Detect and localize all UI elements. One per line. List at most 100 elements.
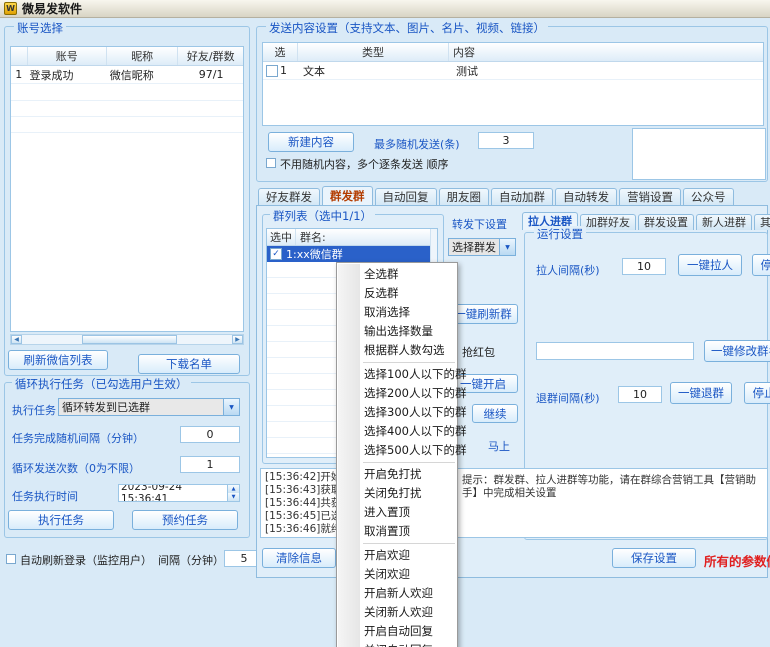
download-list-button[interactable]: 下载名单 <box>138 354 240 374</box>
order-checkbox[interactable] <box>266 158 276 168</box>
content-row-checkbox[interactable] <box>266 65 278 77</box>
pull-interval-input[interactable]: 10 <box>622 258 666 275</box>
accounts-hscrollbar[interactable]: ◀ ▶ <box>10 334 244 345</box>
menu-item-under-400[interactable]: 选择400人以下的群 <box>337 422 457 441</box>
menu-item-invert-select[interactable]: 反选群 <box>337 284 457 303</box>
pull-button[interactable]: 一键拉人 <box>678 254 742 276</box>
chevron-down-icon[interactable]: ▼ <box>499 239 515 255</box>
loop-count-label: 循环发送次数（0为不限） <box>12 460 140 476</box>
content-col-content: 内容 <box>449 43 763 61</box>
menu-item-newcomer-welcome-off[interactable]: 关闭新人欢迎 <box>337 603 457 622</box>
quit-group-button[interactable]: 一键退群 <box>670 382 732 404</box>
accounts-col-sel <box>11 47 28 65</box>
menu-item-mute-on[interactable]: 开启免打扰 <box>337 465 457 484</box>
task-time-label: 任务执行时间 <box>12 488 78 504</box>
refresh-wechat-button[interactable]: 刷新微信列表 <box>8 350 108 370</box>
save-settings-button[interactable]: 保存设置 <box>612 548 696 568</box>
menu-item-unpin[interactable]: 取消置顶 <box>337 522 457 541</box>
forward-target-dropdown[interactable]: 选择群发 ▼ <box>448 238 516 256</box>
menu-item-newcomer-welcome-on[interactable]: 开启新人欢迎 <box>337 584 457 603</box>
menu-item-select-by-size[interactable]: 根据群人数勾选 <box>337 341 457 360</box>
menu-item-mute-off[interactable]: 关闭免打扰 <box>337 484 457 503</box>
accounts-col-nick: 昵称 <box>107 47 178 65</box>
menu-item-pin[interactable]: 进入置顶 <box>337 503 457 522</box>
task-time-picker[interactable]: 2023-09-24 15:36:41 ▲▼ <box>118 484 240 502</box>
group-row-checkbox[interactable]: ✓ <box>270 248 282 260</box>
account-row-account: 登录成功 <box>26 66 106 83</box>
account-row[interactable]: 1 登录成功 微信昵称 97/1 <box>11 66 243 84</box>
run-task-button[interactable]: 执行任务 <box>8 510 114 530</box>
menu-item-deselect[interactable]: 取消选择 <box>337 303 457 322</box>
forward-settings-label: 转发下设置 <box>452 216 507 232</box>
content-row-num: 1 <box>280 64 287 77</box>
menu-item-autoreply-off[interactable]: 关闭自动回复 <box>337 641 457 647</box>
content-col-sel: 选 <box>263 43 298 61</box>
tab-official-account[interactable]: 公众号 <box>683 188 734 206</box>
tab-auto-reply[interactable]: 自动回复 <box>375 188 437 206</box>
tab-auto-join[interactable]: 自动加群 <box>491 188 553 206</box>
rename-input[interactable] <box>536 342 694 360</box>
clear-log-button[interactable]: 清除信息 <box>262 548 336 568</box>
tab-group-send[interactable]: 群发群 <box>322 186 373 206</box>
group-col-sel: 选中 <box>267 229 296 245</box>
log-tip-text: 提示：群发群、拉人进群等功能，请在群综合营销工具【营销助手】中完成相关设置 <box>462 474 762 500</box>
subtab-newcomer[interactable]: 新人进群 <box>696 214 752 230</box>
auto-refresh-interval-label: 间隔（分钟） <box>158 552 224 568</box>
subtab-group-friends[interactable]: 加群好友 <box>580 214 636 230</box>
content-row[interactable]: 1 文本 测试 <box>263 62 763 80</box>
menu-item-export-count[interactable]: 输出选择数量 <box>337 322 457 341</box>
loop-count-input[interactable]: 1 <box>180 456 240 473</box>
tab-friend-send[interactable]: 好友群发 <box>258 188 320 206</box>
account-row-num: 1 <box>11 66 26 83</box>
subtab-send-settings[interactable]: 群发设置 <box>638 214 694 230</box>
rand-interval-input[interactable]: 0 <box>180 426 240 443</box>
content-col-type: 类型 <box>298 43 449 61</box>
group-col-name: 群名: <box>296 229 437 245</box>
schedule-task-button[interactable]: 预约任务 <box>132 510 238 530</box>
menu-item-under-300[interactable]: 选择300人以下的群 <box>337 403 457 422</box>
continue-button[interactable]: 继续 <box>472 404 518 423</box>
menu-item-welcome-off[interactable]: 关闭欢迎 <box>337 565 457 584</box>
subtab-other[interactable]: 其它 <box>754 214 770 230</box>
scroll-left-icon[interactable]: ◀ <box>11 335 22 344</box>
menu-item-welcome-on[interactable]: 开启欢迎 <box>337 546 457 565</box>
menu-item-select-all[interactable]: 全选群 <box>337 265 457 284</box>
scroll-right-icon[interactable]: ▶ <box>232 335 243 344</box>
chevron-down-icon[interactable]: ▼ <box>223 399 239 415</box>
group-context-menu: 全选群 反选群 取消选择 输出选择数量 根据群人数勾选 选择100人以下的群 选… <box>336 262 458 647</box>
window-title: 微易发软件 <box>22 0 82 17</box>
titlebar: W 微易发软件 <box>0 0 770 18</box>
exec-task-dropdown[interactable]: 循环转发到已选群 ▼ <box>58 398 240 416</box>
run-settings-label: 运行设置 <box>534 226 586 242</box>
quit-interval-input[interactable]: 10 <box>618 386 662 403</box>
menu-item-under-500[interactable]: 选择500人以下的群 <box>337 441 457 460</box>
new-content-button[interactable]: 新建内容 <box>268 132 354 152</box>
rename-button[interactable]: 一键修改群名 <box>704 340 770 362</box>
content-table-header: 选 类型 内容 <box>263 43 763 62</box>
refresh-groups-button[interactable]: 一键刷新群 <box>448 304 518 324</box>
group-row-name: 1:xx微信群 <box>282 246 437 262</box>
tab-moments[interactable]: 朋友圈 <box>439 188 490 206</box>
spinner-up-icon[interactable]: ▲ <box>228 485 239 493</box>
time-spinner[interactable]: ▲▼ <box>227 485 239 501</box>
hscroll-thumb[interactable] <box>82 335 177 344</box>
menu-item-under-100[interactable]: 选择100人以下的群 <box>337 365 457 384</box>
menu-separator <box>363 543 455 544</box>
save-warning-text: 所有的参数修改需保存生效 <box>704 551 770 570</box>
task-time-value: 2023-09-24 15:36:41 <box>121 484 227 502</box>
menu-item-under-200[interactable]: 选择200人以下的群 <box>337 384 457 403</box>
app-icon: W <box>4 2 17 15</box>
group-row-selected[interactable]: ✓ 1:xx微信群 <box>267 246 437 262</box>
exec-task-label: 执行任务 <box>12 402 56 418</box>
pull-stop-button[interactable]: 停止 <box>752 254 770 276</box>
quit-stop-button[interactable]: 停止 <box>744 382 770 404</box>
account-row-nick: 微信昵称 <box>107 66 180 83</box>
content-group-label: 发送内容设置（支持文本、图片、名片、视频、链接） <box>266 20 548 36</box>
spinner-down-icon[interactable]: ▼ <box>228 493 239 501</box>
tab-auto-forward[interactable]: 自动转发 <box>555 188 617 206</box>
menu-item-autoreply-on[interactable]: 开启自动回复 <box>337 622 457 641</box>
tab-marketing-settings[interactable]: 营销设置 <box>619 188 681 206</box>
random-count-input[interactable]: 3 <box>478 132 534 149</box>
auto-refresh-checkbox[interactable] <box>6 554 16 564</box>
group-table-header: 选中 群名: <box>267 229 437 246</box>
